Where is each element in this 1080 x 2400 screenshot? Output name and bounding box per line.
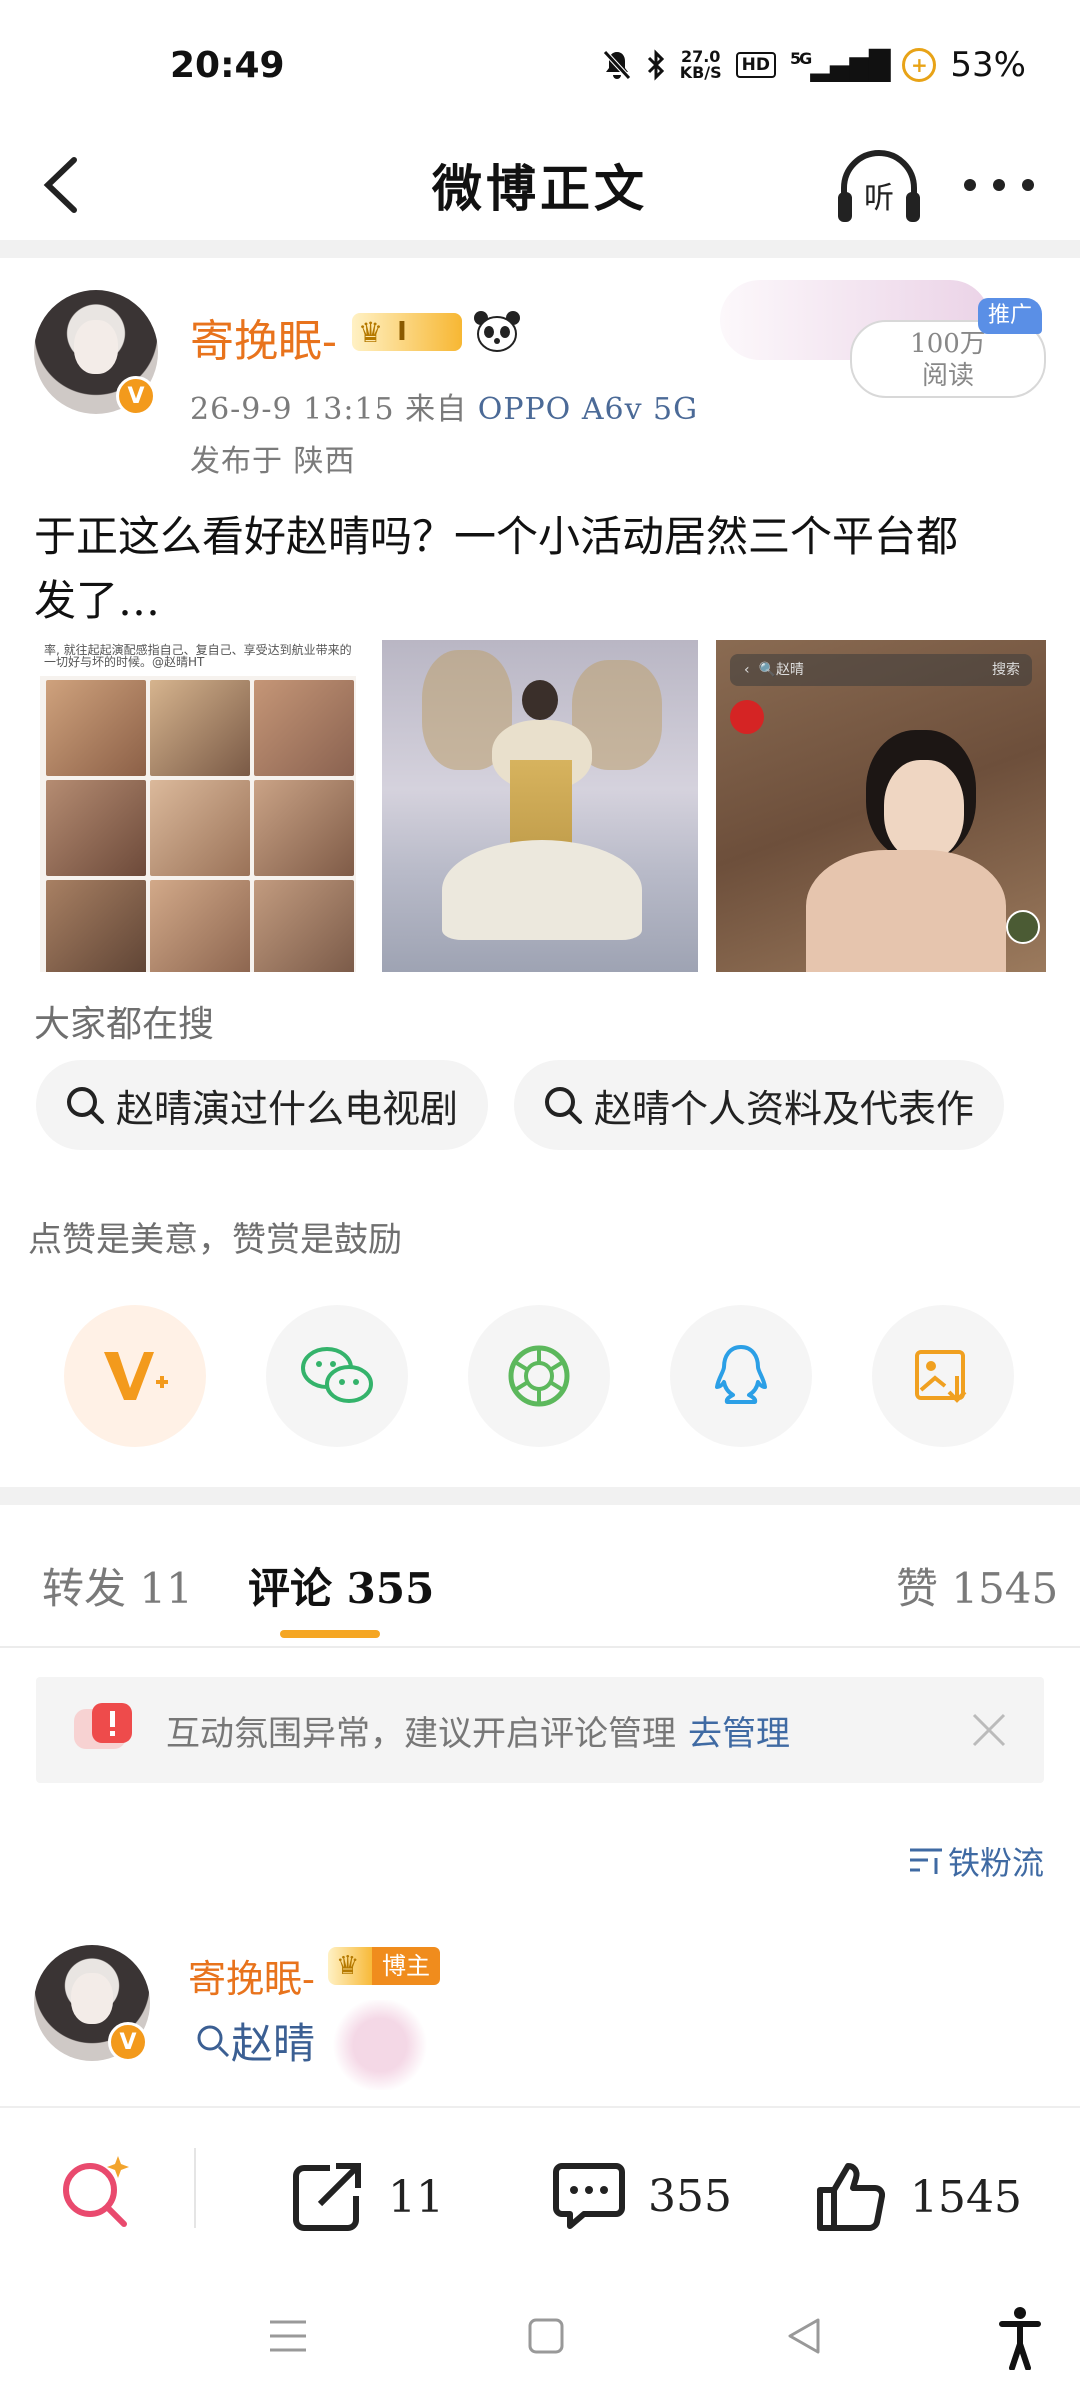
warning-icon [74,1703,132,1749]
sort-icon [909,1848,942,1874]
red-badge-icon [730,700,764,734]
image-search-bar: ‹ 🔍赵晴 搜索 [730,654,1032,686]
post-image-2[interactable] [382,640,698,972]
comment-search-link[interactable]: 赵晴 [195,2010,315,2071]
bluetooth-icon [647,49,664,81]
mute-bell-icon [602,50,631,80]
separator [194,2148,196,2228]
tab-repost[interactable]: 转发 11 [42,1555,193,1616]
author-name[interactable]: 寄挽眠- [190,305,337,369]
manage-link[interactable]: 去管理 [688,1706,790,1755]
post-text: 于正这么看好赵晴吗？一个小活动居然三个平台都 发了… [34,512,959,625]
top-bar: 微博正文 听 [0,130,1080,240]
battery-percent: 53% [950,45,1026,85]
crown-icon: ♛ [358,315,384,349]
back-icon[interactable] [34,152,94,218]
listen-button[interactable]: 听 [836,148,922,228]
mini-avatar [1006,910,1040,944]
comment-decoration [330,2000,430,2090]
hot-search-label: 大家都在搜 [34,1004,215,1045]
reward-label: 点赞是美意，赞赏是鼓励 [28,1220,402,1260]
image-caption: 率, 就往起起演配感指自己、复自己、享受达到航业带来的一切好与坏的时候。@赵晴H… [40,640,356,676]
post-meta: 26-9-9 13:15 来自 OPPO A6v 5G [190,392,699,427]
more-icon[interactable] [962,168,1036,202]
qq-icon [715,1345,767,1404]
divider [0,1646,1080,1648]
v-plus-button[interactable] [64,1305,206,1447]
comment-notice: 互动氛围异常，建议开启评论管理 去管理 [36,1677,1044,1783]
search-icon [197,2025,230,2057]
status-icons: 27.0 KB/S HD 5G▂▄▆█ + 53% [602,45,1026,85]
repost-button[interactable]: 11 [290,2160,444,2234]
divider [0,1487,1080,1505]
close-icon[interactable] [970,1711,1008,1749]
post-image-3[interactable]: ‹ 🔍赵晴 搜索 [716,640,1046,972]
status-bar: 20:49 27.0 KB/S HD 5G▂▄▆█ + 53% [0,0,1080,130]
super-search-icon[interactable] [56,2152,136,2232]
post-location: 发布于 陕西 [190,444,356,479]
verified-badge-icon: V [108,2022,148,2062]
thumbs-up-icon [817,2163,886,2231]
qq-share-button[interactable] [670,1305,812,1447]
like-button[interactable]: 1545 [814,2160,1022,2234]
system-nav-bar [0,2276,1080,2400]
moments-share-button[interactable] [468,1305,610,1447]
comment-icon [553,2163,625,2229]
blogger-badge: 博主 [372,1947,440,1985]
ad-tag: 推广 [978,298,1042,334]
home-icon[interactable] [526,2316,566,2356]
comment-author[interactable]: 寄挽眠- [188,1948,315,2003]
bottom-action-bar: 11 355 1545 [0,2106,1080,2276]
net-speed: 27.0 KB/S [679,47,722,82]
v-plus-icon [104,1352,168,1400]
battery-saver-icon: + [902,48,937,82]
menu-icon[interactable] [266,2316,310,2356]
tab-comments[interactable]: 评论 355 [248,1555,434,1616]
verified-badge-icon: V [116,376,156,416]
wechat-icon [301,1347,373,1403]
iron-fans-filter[interactable]: 铁粉流 [908,1838,1044,1884]
signal-icon: 5G▂▄▆█ [790,48,890,82]
back-nav-icon[interactable] [784,2316,824,2356]
save-image-button[interactable] [872,1305,1014,1447]
notice-text: 互动氛围异常，建议开启评论管理 [166,1713,676,1754]
tab-likes[interactable]: 赞 1545 [896,1555,1058,1616]
status-time: 20:49 [170,44,285,86]
wechat-share-button[interactable] [266,1305,408,1447]
listen-label: 听 [864,181,894,216]
save-image-icon [915,1350,967,1403]
comment-button[interactable]: 355 [552,2160,732,2232]
device-link[interactable]: OPPO A6v 5G [478,392,698,427]
divider [0,240,1080,258]
crown-icon: ♛ [328,1947,374,1985]
vip-level-badge[interactable]: ♛ I [352,313,462,351]
accessibility-icon[interactable] [998,2306,1042,2370]
panda-icon [474,311,520,352]
repost-icon [293,2163,361,2231]
active-tab-indicator [280,1630,380,1638]
hot-search-chip-1[interactable]: 赵晴演过什么电视剧 [36,1060,488,1150]
search-icon [545,1087,582,1124]
hd-icon: HD [735,52,777,78]
moments-icon [508,1345,570,1407]
post-image-1[interactable]: 率, 就往起起演配感指自己、复自己、享受达到航业带来的一切好与坏的时候。@赵晴H… [40,640,356,972]
hot-search-chip-2[interactable]: 赵晴个人资料及代表作 [514,1060,1004,1150]
search-icon [67,1087,104,1124]
read-count-promo[interactable]: 100万 阅读 推广 [720,270,1050,400]
